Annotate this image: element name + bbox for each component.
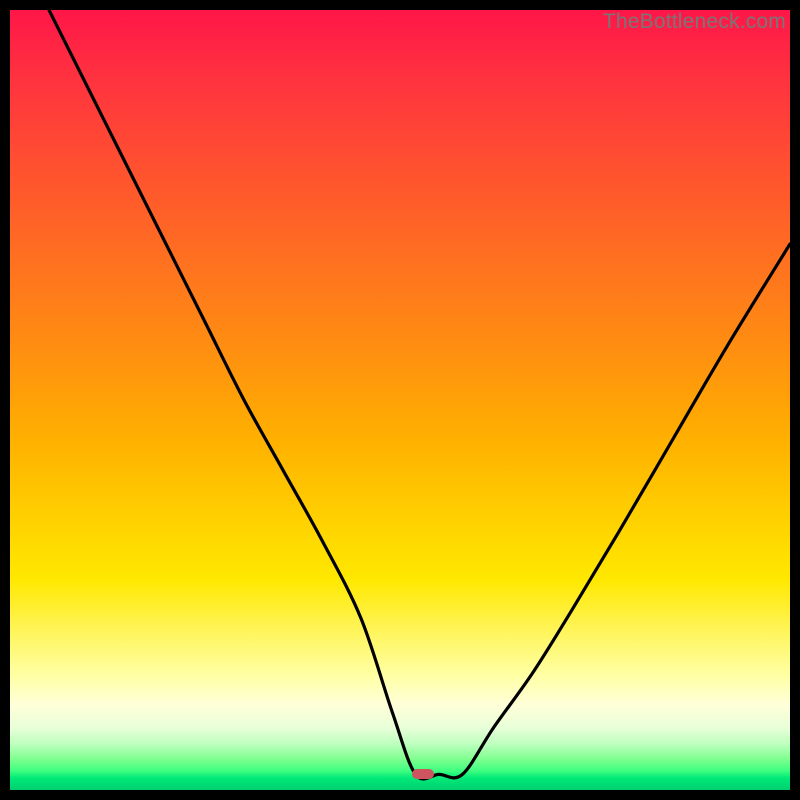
watermark-text: TheBottleneck.com — [603, 10, 786, 34]
curve-svg — [10, 10, 790, 790]
chart-container: TheBottleneck.com — [0, 0, 800, 800]
optimum-marker — [412, 769, 434, 779]
bottleneck-curve — [49, 10, 790, 779]
plot-area — [10, 10, 790, 790]
